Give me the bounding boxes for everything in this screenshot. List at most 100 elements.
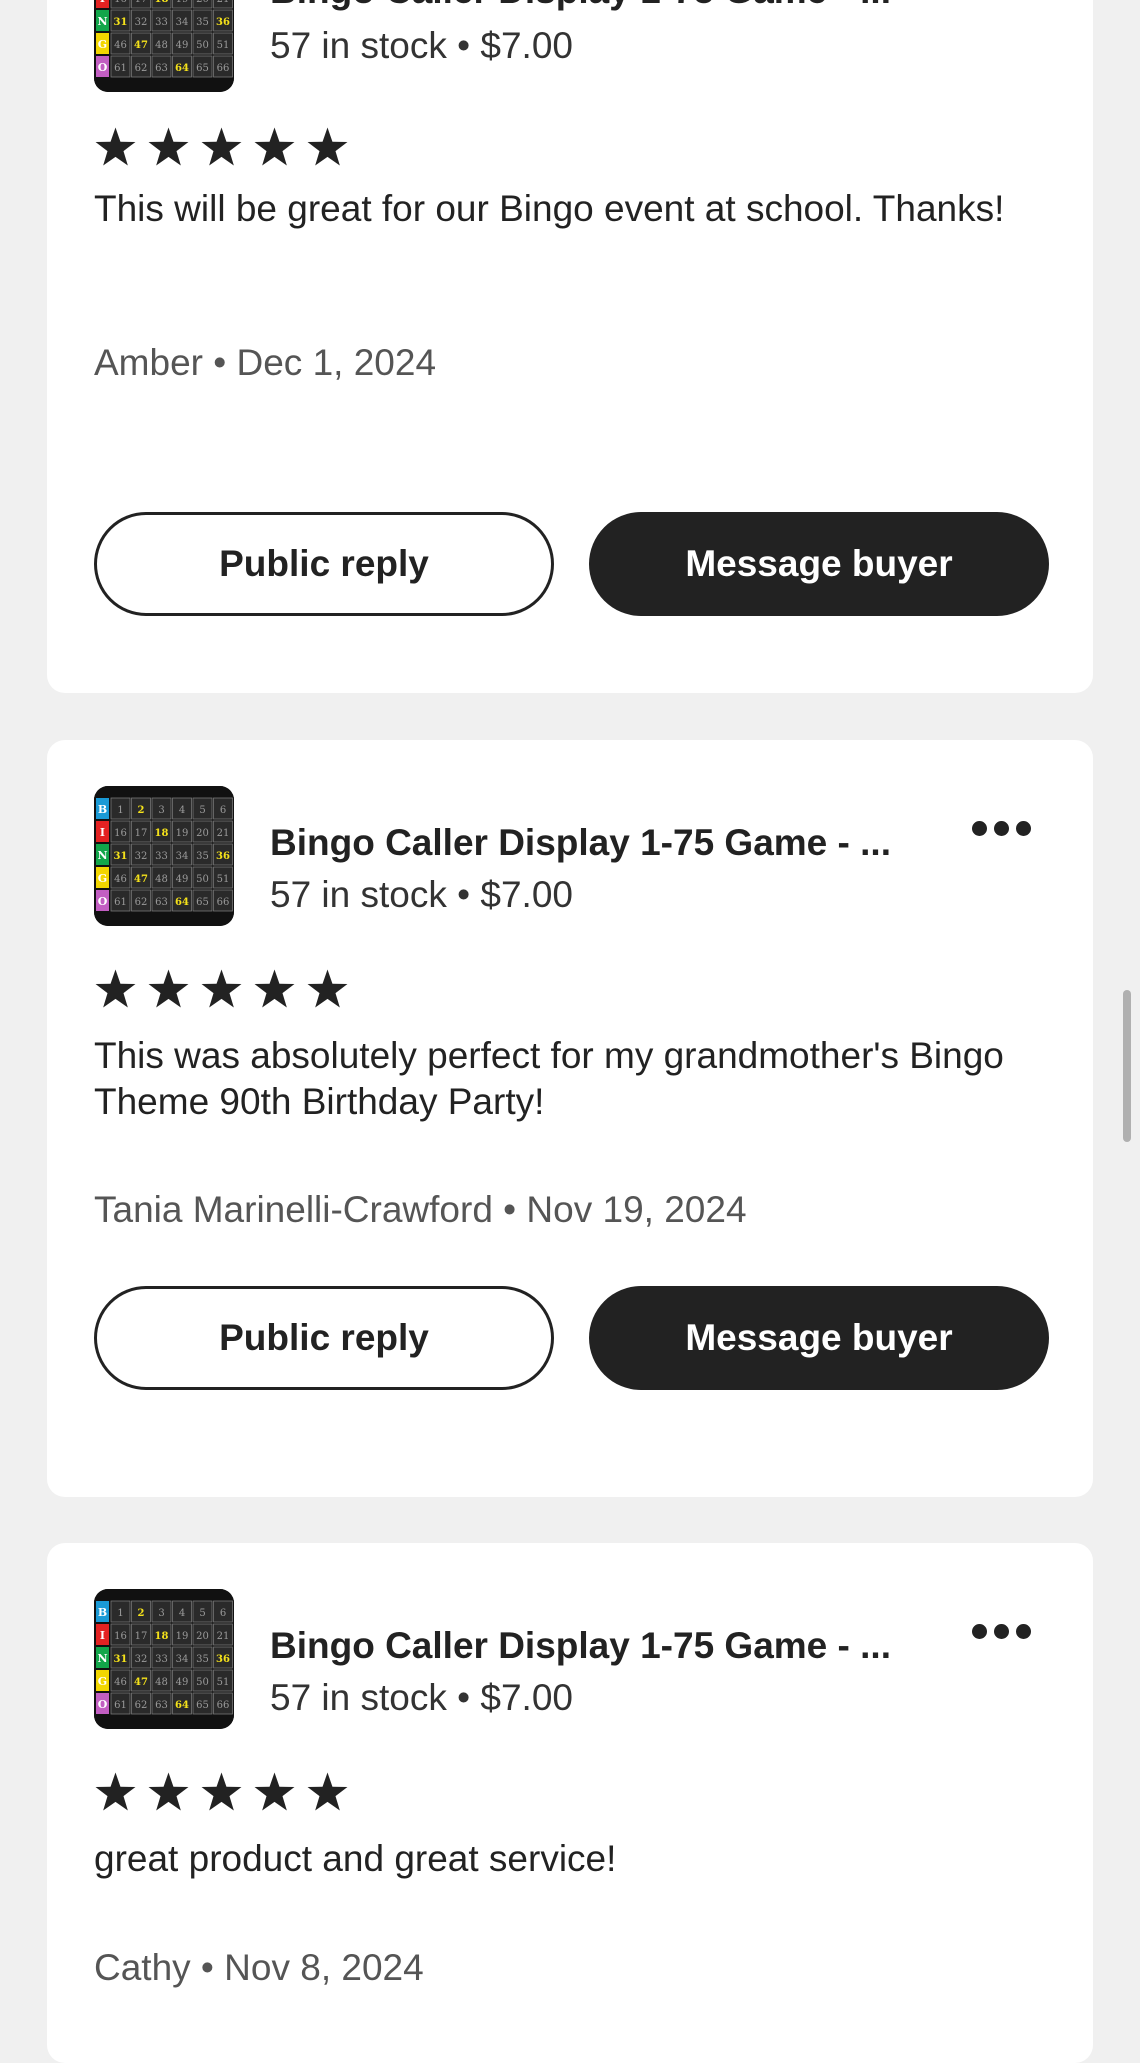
bingo-number: 18 xyxy=(155,828,169,839)
bingo-number: 64 xyxy=(175,63,189,74)
bingo-number: 36 xyxy=(216,1654,230,1665)
bingo-letter-label: G xyxy=(98,872,107,885)
star-rating xyxy=(94,126,349,169)
bingo-number: 2 xyxy=(138,805,145,816)
bingo-number: 33 xyxy=(155,1654,168,1665)
bingo-number: 34 xyxy=(176,851,189,862)
star-icon xyxy=(307,1772,348,1811)
star-icon xyxy=(148,127,189,166)
bingo-number: 21 xyxy=(217,0,230,5)
bingo-number: 33 xyxy=(155,17,168,28)
bingo-number: 32 xyxy=(135,1654,148,1665)
bingo-number: 6 xyxy=(220,1608,226,1619)
bingo-number: 49 xyxy=(176,40,189,51)
bingo-number: 20 xyxy=(196,0,209,5)
bingo-number: 35 xyxy=(196,17,209,28)
bingo-number: 6 xyxy=(220,805,226,816)
star-icon xyxy=(201,969,242,1008)
bingo-number: 48 xyxy=(155,1677,168,1688)
bingo-letter-label: N xyxy=(97,849,107,862)
star-rating xyxy=(94,1771,349,1814)
bingo-letter-label: B xyxy=(98,1606,107,1619)
review-card: B123456I161718192021N313233343536G464748… xyxy=(47,1543,1093,2063)
star-rating xyxy=(94,968,349,1011)
product-title[interactable]: Bingo Caller Display 1-75 Game - ... xyxy=(270,0,910,12)
bingo-number: 47 xyxy=(134,1677,148,1688)
bingo-number: 50 xyxy=(196,1677,209,1688)
more-options-icon[interactable] xyxy=(966,0,1036,8)
product-stock-price: 57 in stock • $7.00 xyxy=(270,25,573,66)
bingo-number: 34 xyxy=(176,1654,189,1665)
bingo-number: 51 xyxy=(217,1677,230,1688)
bingo-letter-label: G xyxy=(98,38,107,51)
bingo-number: 21 xyxy=(217,1631,230,1642)
bingo-number: 62 xyxy=(135,897,148,908)
bingo-letter-label: I xyxy=(100,0,105,5)
bingo-number: 17 xyxy=(135,828,148,839)
bingo-number: 48 xyxy=(155,40,168,51)
product-title[interactable]: Bingo Caller Display 1-75 Game - ... xyxy=(270,1625,910,1667)
message-buyer-button[interactable]: Message buyer xyxy=(589,1286,1049,1390)
more-options-icon[interactable] xyxy=(966,808,1036,848)
bingo-number: 31 xyxy=(114,851,128,862)
bingo-number: 21 xyxy=(217,828,230,839)
bingo-number: 62 xyxy=(135,1700,148,1711)
bingo-number: 36 xyxy=(216,851,230,862)
bingo-number: 46 xyxy=(114,1677,127,1688)
bingo-number: 17 xyxy=(135,1631,148,1642)
bingo-number: 62 xyxy=(135,63,148,74)
bingo-number: 46 xyxy=(114,874,127,885)
product-thumbnail[interactable]: B123456I161718192021N313233343536G464748… xyxy=(94,786,234,926)
bingo-board-image: B123456I161718192021N313233343536G464748… xyxy=(94,1589,234,1729)
review-byline: Amber • Dec 1, 2024 xyxy=(94,342,437,383)
product-thumbnail[interactable]: B123456I161718192021N313233343536G464748… xyxy=(94,0,234,92)
bingo-number: 64 xyxy=(175,897,189,908)
bingo-number: 61 xyxy=(114,1700,127,1711)
bingo-number: 4 xyxy=(179,805,185,816)
bingo-number: 16 xyxy=(114,1631,127,1642)
bingo-letter-label: I xyxy=(100,826,105,839)
bingo-number: 66 xyxy=(217,897,230,908)
bingo-letter-label: B xyxy=(98,803,107,816)
bingo-number: 65 xyxy=(196,63,209,74)
bingo-number: 63 xyxy=(155,63,168,74)
bingo-letter-label: O xyxy=(98,61,108,74)
bingo-number: 34 xyxy=(176,17,189,28)
bingo-number: 19 xyxy=(176,0,189,5)
bingo-number: 18 xyxy=(155,0,169,5)
bingo-number: 3 xyxy=(158,1608,164,1619)
bingo-number: 50 xyxy=(196,874,209,885)
bingo-letter-label: G xyxy=(98,1675,107,1688)
review-card: B123456I161718192021N313233343536G464748… xyxy=(47,0,1093,693)
bingo-letter-label: I xyxy=(100,1629,105,1642)
bingo-number: 50 xyxy=(196,40,209,51)
star-icon xyxy=(148,1772,189,1811)
review-byline: Tania Marinelli-Crawford • Nov 19, 2024 xyxy=(94,1189,747,1230)
bingo-number: 18 xyxy=(155,1631,169,1642)
review-byline: Cathy • Nov 8, 2024 xyxy=(94,1947,424,1988)
star-icon xyxy=(201,1772,242,1811)
product-thumbnail[interactable]: B123456I161718192021N313233343536G464748… xyxy=(94,1589,234,1729)
bingo-number: 49 xyxy=(176,874,189,885)
bingo-number: 16 xyxy=(114,828,127,839)
public-reply-button[interactable]: Public reply xyxy=(94,1286,554,1390)
bingo-letter-label: O xyxy=(98,1698,108,1711)
bingo-number: 1 xyxy=(117,805,123,816)
product-title[interactable]: Bingo Caller Display 1-75 Game - ... xyxy=(270,822,910,864)
bingo-number: 31 xyxy=(114,17,128,28)
bingo-number: 48 xyxy=(155,874,168,885)
bingo-number: 51 xyxy=(217,874,230,885)
more-options-icon[interactable] xyxy=(966,1611,1036,1651)
review-text: great product and great service! xyxy=(94,1838,617,1879)
bingo-number: 35 xyxy=(196,1654,209,1665)
bingo-number: 20 xyxy=(196,828,209,839)
bingo-number: 1 xyxy=(117,1608,123,1619)
message-buyer-button[interactable]: Message buyer xyxy=(589,512,1049,616)
bingo-letter-label: N xyxy=(97,15,107,28)
scrollbar-thumb[interactable] xyxy=(1123,990,1131,1142)
bingo-number: 3 xyxy=(158,805,164,816)
bingo-number: 61 xyxy=(114,63,127,74)
bingo-number: 19 xyxy=(176,1631,189,1642)
public-reply-button[interactable]: Public reply xyxy=(94,512,554,616)
bingo-number: 64 xyxy=(175,1700,189,1711)
